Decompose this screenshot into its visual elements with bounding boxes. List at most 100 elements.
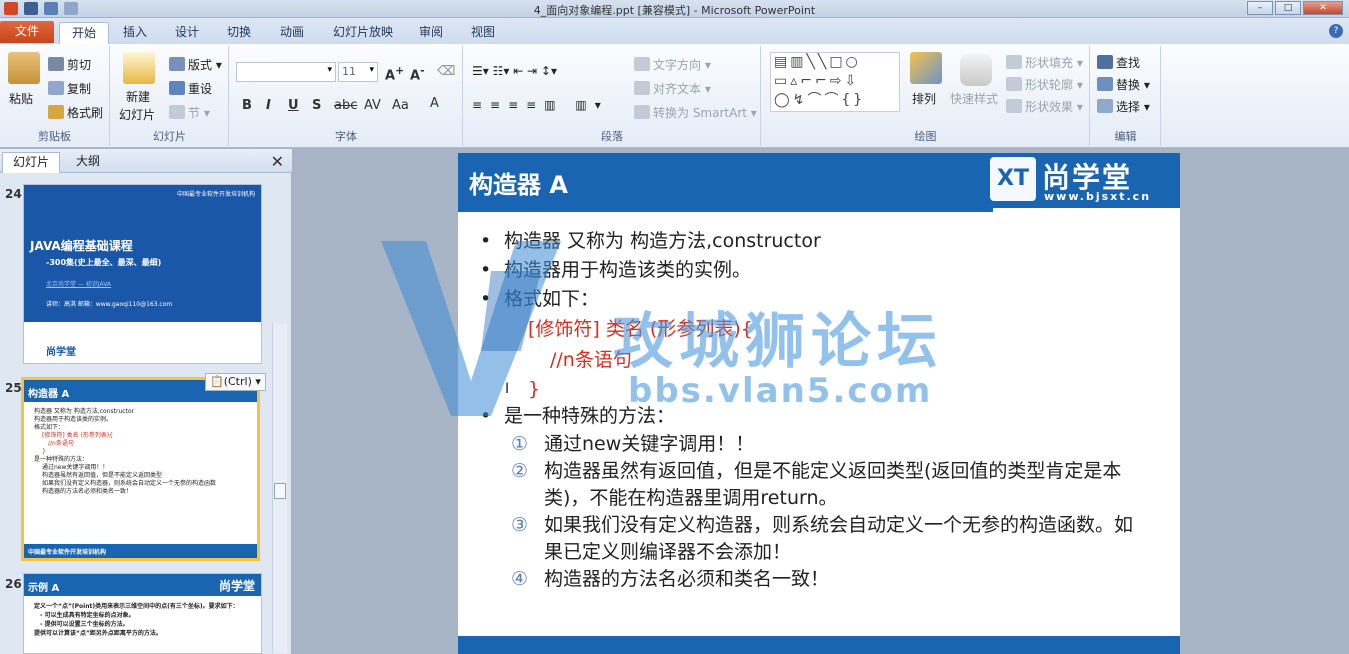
- tab-slideshow[interactable]: 幻灯片放映: [325, 22, 401, 44]
- underline-button[interactable]: U: [288, 98, 299, 113]
- arrange-button[interactable]: 排列: [912, 90, 936, 107]
- shrink-font-button[interactable]: A-: [410, 64, 425, 83]
- cursor-icon: [1097, 99, 1113, 113]
- bullets-button[interactable]: ☰▾ ☷▾ ⇤ ⇥ ↕▾: [472, 64, 557, 78]
- slide-title[interactable]: 构造器 A: [469, 165, 568, 200]
- tab-design[interactable]: 设计: [166, 22, 208, 44]
- quick-styles-button[interactable]: 快速样式: [950, 90, 998, 107]
- slides-group: 新建 幻灯片 版式 ▾ 重设 节 ▾ 幻灯片: [111, 46, 229, 146]
- font-name-combo[interactable]: ▾: [236, 62, 336, 82]
- tab-review[interactable]: 审阅: [410, 22, 452, 44]
- clipboard-group: 粘贴 剪切 复制 格式刷 剪贴板: [0, 46, 110, 146]
- slide-thumbnail[interactable]: 示例 A 尚学堂 定义一个“点”(Point)类用来表示三维空间中的点(有三个坐…: [23, 573, 262, 654]
- numbered-item: ② 构造器虽然有返回值，但是不能定义返回类型(返回值的类型肯定是本类)，不能在构造…: [511, 460, 1122, 509]
- section-button[interactable]: 节 ▾: [169, 104, 210, 121]
- maximize-button[interactable]: □: [1275, 1, 1301, 15]
- shape-outline-button[interactable]: 形状轮廓 ▾: [1006, 76, 1083, 93]
- code-line: }: [528, 378, 541, 400]
- tab-home[interactable]: 开始: [59, 22, 109, 44]
- text-direction-icon: [634, 57, 650, 71]
- bullet-item: • 格式如下：: [480, 288, 600, 310]
- tab-slides[interactable]: 幻灯片: [2, 152, 61, 173]
- tab-file[interactable]: 文件: [0, 21, 54, 43]
- italic-button[interactable]: I: [266, 98, 271, 113]
- tab-insert[interactable]: 插入: [114, 22, 156, 44]
- slide-header: 构造器 A XT 尚学堂 www.bjsxt.cn: [458, 153, 1180, 208]
- numbered-item: ① 通过new关键字调用！！: [511, 433, 755, 455]
- new-slide-icon[interactable]: [123, 52, 155, 84]
- bold-button[interactable]: B: [242, 98, 252, 113]
- close-panel-icon[interactable]: ✕: [271, 152, 284, 171]
- cut-button[interactable]: 剪切: [48, 56, 91, 73]
- text-direction-button[interactable]: 文字方向 ▾: [634, 56, 711, 73]
- new-slide-label[interactable]: 新建: [126, 88, 150, 105]
- shape-fill-button[interactable]: 形状填充 ▾: [1006, 54, 1083, 71]
- scroll-thumb[interactable]: [274, 483, 286, 499]
- tab-outline[interactable]: 大纲: [66, 152, 110, 173]
- replace-icon: [1097, 77, 1113, 91]
- smartart-button[interactable]: 转换为 SmartArt ▾: [634, 104, 757, 121]
- help-icon[interactable]: ?: [1329, 24, 1343, 38]
- paste-options-button[interactable]: 📋(Ctrl) ▾: [205, 373, 266, 391]
- fill-icon: [1006, 55, 1022, 69]
- slide-thumbnail-selected[interactable]: 构造器 A 构造器 又称为 构造方法,constructor 构造器用于构造该类的…: [21, 377, 260, 561]
- current-slide[interactable]: 构造器 A XT 尚学堂 www.bjsxt.cn • 构造器 又称为 构造方法,…: [458, 153, 1180, 654]
- clipboard-label: 剪贴板: [38, 130, 71, 143]
- arrange-icon[interactable]: [910, 52, 942, 84]
- slide-number: 26: [5, 577, 22, 591]
- window-title: 4_面向对象编程.ppt [兼容模式] - Microsoft PowerPoi…: [533, 4, 816, 17]
- clear-format-icon[interactable]: ⌫: [437, 64, 455, 79]
- layout-icon: [169, 57, 185, 71]
- panel-scrollbar[interactable]: [272, 323, 287, 653]
- reset-button[interactable]: 重设: [169, 80, 212, 97]
- change-case-button[interactable]: Aa: [392, 98, 409, 113]
- minimize-button[interactable]: –: [1247, 1, 1273, 15]
- title-bar: 4_面向对象编程.ppt [兼容模式] - Microsoft PowerPoi…: [0, 0, 1349, 18]
- strikethrough-button[interactable]: abc: [334, 98, 357, 113]
- divider: [458, 208, 993, 212]
- slide-body[interactable]: • 构造器 又称为 构造方法,constructor • 构造器用于构造该类的实例。…: [478, 227, 1168, 593]
- numbered-item: ④ 构造器的方法名必须和类名一致！: [511, 568, 830, 590]
- slide-footer-bar: [458, 636, 1180, 654]
- replace-button[interactable]: 替换 ▾: [1097, 76, 1150, 93]
- grow-font-button[interactable]: A+: [385, 64, 404, 83]
- tab-transitions[interactable]: 切换: [218, 22, 260, 44]
- logo: XT 尚学堂 www.bjsxt.cn: [984, 153, 1170, 208]
- logo-url: www.bjsxt.cn: [1044, 190, 1152, 203]
- paste-icon[interactable]: [8, 52, 40, 84]
- layout-button[interactable]: 版式 ▾: [169, 56, 222, 73]
- quick-styles-icon[interactable]: [960, 54, 992, 86]
- smartart-icon: [634, 105, 650, 119]
- bullet-item: • 构造器用于构造该类的实例。: [480, 259, 752, 281]
- bullet-item: • 构造器 又称为 构造方法,constructor: [480, 230, 821, 252]
- align-text-icon: [634, 81, 650, 95]
- slide-number: 24: [5, 187, 22, 201]
- ribbon-tabs: 文件 开始 插入 设计 切换 动画 幻灯片放映 审阅 视图 ?: [0, 18, 1349, 44]
- section-icon: [169, 105, 185, 119]
- paragraph-label: 段落: [601, 130, 623, 143]
- char-spacing-button[interactable]: AV: [364, 98, 381, 113]
- sxt-logo-icon: XT: [990, 157, 1036, 201]
- format-painter-button[interactable]: 格式刷: [48, 104, 103, 121]
- close-button[interactable]: ✕: [1303, 1, 1343, 15]
- shape-effects-button[interactable]: 形状效果 ▾: [1006, 98, 1083, 115]
- find-button[interactable]: 查找: [1097, 54, 1140, 71]
- align-text-button[interactable]: 对齐文本 ▾: [634, 80, 711, 97]
- bullet-item: • 是一种特殊的方法：: [480, 405, 676, 427]
- font-size-combo[interactable]: 11 ▾: [338, 62, 378, 82]
- new-slide-dropdown[interactable]: 幻灯片: [119, 106, 155, 123]
- drawing-group: ▤▥╲╲□○ ▭▵⌐⌐⇨⇩ ◯↯⌒⌒{} 排列 快速样式 形状填充 ▾ 形状轮廓…: [762, 46, 1090, 146]
- font-color-button[interactable]: A: [430, 96, 439, 111]
- code-line: [修饰符] 类名 (形参列表){: [528, 318, 753, 340]
- tab-view[interactable]: 视图: [462, 22, 504, 44]
- select-button[interactable]: 选择 ▾: [1097, 98, 1150, 115]
- shapes-gallery[interactable]: ▤▥╲╲□○ ▭▵⌐⌐⇨⇩ ◯↯⌒⌒{}: [770, 52, 900, 112]
- scissors-icon: [48, 57, 64, 71]
- copy-button[interactable]: 复制: [48, 80, 91, 97]
- shadow-button[interactable]: S: [312, 98, 321, 113]
- tab-animations[interactable]: 动画: [271, 22, 313, 44]
- slide-thumbnail[interactable]: 中国最专业软件开发培训机构 JAVA编程基础课程 -300集(史上最全、最深、最…: [23, 184, 262, 364]
- drawing-label: 绘图: [914, 130, 937, 143]
- paste-button[interactable]: 粘贴: [9, 90, 33, 107]
- align-buttons[interactable]: ≡≡≡≡▥ ▥▾: [472, 98, 609, 112]
